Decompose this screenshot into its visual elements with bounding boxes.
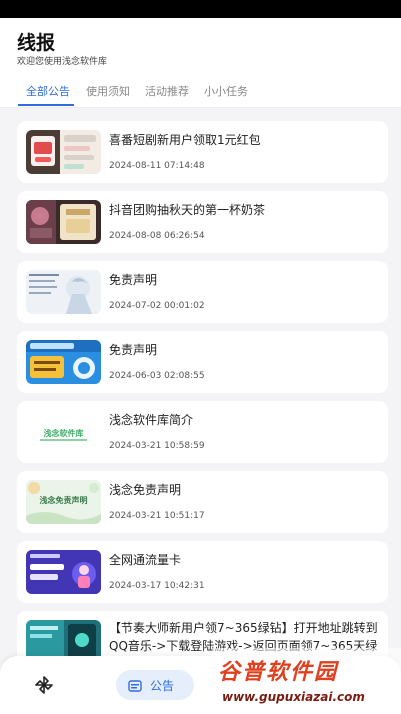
software-library-logo-thumbnail: 浅念软件库: [26, 410, 101, 454]
announcement-card[interactable]: 浅念免责声明 浅念免责声明 2024-03-21 10:51:17: [17, 471, 388, 533]
announcement-card[interactable]: 喜番短剧新用户领取1元红包 2024-08-11 07:14:48: [17, 121, 388, 183]
announcement-title: 喜番短剧新用户领取1元红包: [109, 133, 261, 147]
announcement-card[interactable]: 抖音团购抽秋天的第一杯奶茶 2024-08-08 06:26:54: [17, 191, 388, 253]
announcement-list: 喜番短剧新用户领取1元红包 2024-08-11 07:14:48 抖音团购抽秋…: [0, 108, 401, 714]
disclaimer-banner-text: 浅念免责声明: [40, 495, 88, 505]
announcements-nav-label: 公告: [150, 679, 175, 693]
announcement-date: 2024-03-17 10:42:31: [109, 581, 205, 591]
site-watermark: 谷普软件园 www.gupuxiazai.com: [212, 648, 401, 714]
announcement-date: 2024-06-03 02:08:55: [109, 371, 205, 381]
page-subtitle: 欢迎您使用浅念软件库: [17, 57, 108, 67]
red-envelope-promo-thumbnail: [26, 130, 101, 174]
software-library-logo-text: 浅念软件库: [44, 428, 84, 438]
active-tab-indicator: [18, 104, 74, 106]
tab-usage-notice[interactable]: 使用须知: [86, 83, 130, 99]
announcement-title: 浅念免责声明: [109, 483, 182, 497]
tab-all-announcements[interactable]: 全部公告: [26, 83, 70, 99]
announcement-date: 2024-08-11 07:14:48: [109, 161, 205, 171]
disclaimer-banner-thumbnail: 浅念免责声明: [26, 480, 101, 524]
status-bar: [0, 0, 401, 18]
announcements-nav-button[interactable]: 公告: [116, 670, 194, 700]
announcement-card[interactable]: 免责声明 2024-06-03 02:08:55: [17, 331, 388, 393]
milk-tea-promo-thumbnail: [26, 200, 101, 244]
announcement-title: 浅念软件库简介: [109, 413, 194, 427]
page-header: 线报 欢迎您使用浅念软件库 全部公告 使用须知 活动推荐 小小任务: [0, 18, 401, 108]
anime-illustration-thumbnail: [26, 270, 101, 314]
watermark-url: www.gupuxiazai.com: [222, 690, 365, 704]
tab-small-tasks[interactable]: 小小任务: [204, 83, 248, 99]
announcement-card[interactable]: 免责声明 2024-07-02 00:01:02: [17, 261, 388, 323]
announcement-date: 2024-07-02 00:01:02: [109, 301, 205, 311]
tab-event-recommendations[interactable]: 活动推荐: [145, 83, 189, 99]
announcement-title: 全网通流量卡: [109, 553, 182, 567]
announcement-title: 抖音团购抽秋天的第一杯奶茶: [109, 203, 266, 217]
software-library-banner-thumbnail: [26, 340, 101, 384]
announcement-date: 2024-03-21 10:58:59: [109, 441, 205, 451]
data-card-promo-thumbnail: [26, 550, 101, 594]
announcement-icon: [128, 678, 142, 692]
announcement-card[interactable]: 全网通流量卡 2024-03-17 10:42:31: [17, 541, 388, 603]
announcement-card[interactable]: 浅念软件库 浅念软件库简介 2024-03-21 10:58:59: [17, 401, 388, 463]
announcement-title: 免责声明: [109, 343, 158, 357]
watermark-logo: 谷普软件园: [218, 660, 339, 685]
page-title: 线报: [17, 32, 56, 54]
announcement-title: 免责声明: [109, 273, 158, 287]
pinwheel-icon[interactable]: [33, 674, 55, 696]
tab-bar: 全部公告 使用须知 活动推荐 小小任务: [0, 80, 401, 108]
announcement-date: 2024-08-08 06:26:54: [109, 231, 205, 241]
announcement-date: 2024-03-21 10:51:17: [109, 511, 205, 521]
